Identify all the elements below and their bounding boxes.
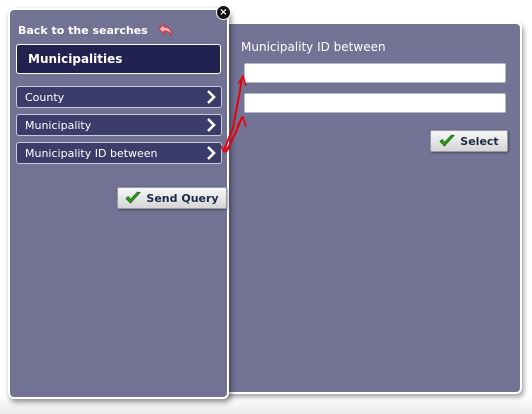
send-query-button[interactable]: Send Query	[117, 187, 227, 209]
checkmark-icon	[125, 191, 142, 204]
send-query-label: Send Query	[146, 191, 219, 205]
search-item-municipality[interactable]: Municipality	[16, 114, 222, 136]
search-item-label: Municipality	[25, 118, 92, 132]
id-from-input[interactable]	[244, 63, 506, 83]
undo-arrow-icon	[158, 22, 172, 37]
chevron-right-icon	[207, 146, 216, 160]
search-item-label: County	[25, 90, 65, 104]
search-item-label: Municipality ID between	[25, 146, 158, 160]
search-heading: Municipalities	[16, 44, 221, 74]
id-to-input[interactable]	[244, 93, 506, 113]
search-item-municipality-id-between[interactable]: Municipality ID between	[16, 142, 222, 164]
close-button[interactable]: ×	[216, 5, 231, 20]
select-button[interactable]: Select	[430, 130, 508, 152]
search-panel: Back to the searches Municipalities Coun…	[8, 8, 229, 399]
close-icon: ×	[219, 6, 228, 18]
chevron-right-icon	[207, 90, 216, 104]
chevron-right-icon	[207, 118, 216, 132]
back-to-searches-link[interactable]: Back to the searches	[18, 22, 174, 38]
detail-title: Municipality ID between	[241, 40, 386, 54]
back-link-label: Back to the searches	[18, 23, 148, 37]
search-item-county[interactable]: County	[16, 86, 222, 108]
checkmark-icon	[439, 134, 456, 147]
search-heading-label: Municipalities	[28, 52, 123, 66]
detail-panel: Municipality ID between Select	[222, 22, 522, 394]
select-button-label: Select	[460, 134, 499, 148]
